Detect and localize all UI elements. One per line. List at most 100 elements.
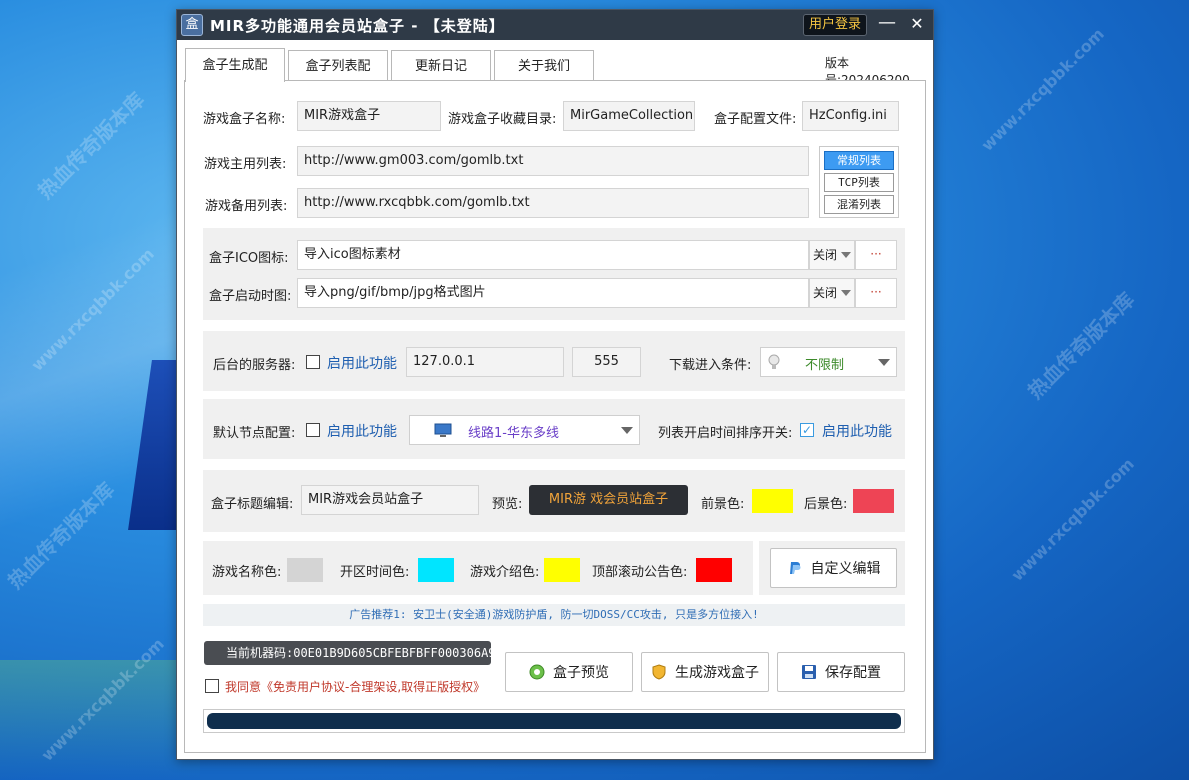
server-enable-checkbox[interactable]	[306, 355, 320, 369]
main-list-input[interactable]: http://www.gm003.com/gomlb.txt	[297, 146, 809, 176]
fg-color-label: 前景色:	[701, 497, 745, 512]
title-edit-label: 盒子标题编辑:	[211, 497, 294, 512]
server-enable-label[interactable]: 启用此功能	[327, 353, 397, 373]
backup-list-label: 游戏备用列表:	[205, 199, 288, 214]
machine-code: 当前机器码:00E01B9D605CBFEBFBFF000306A9	[204, 641, 496, 665]
intro-color-swatch[interactable]	[544, 558, 580, 582]
splash-label: 盒子启动时图:	[209, 289, 292, 304]
chevron-down-icon	[878, 359, 890, 366]
node-enable-checkbox[interactable]	[306, 423, 320, 437]
floppy-save-icon	[801, 664, 817, 680]
backup-list-input[interactable]: http://www.rxcqbbk.com/gomlb.txt	[297, 188, 809, 218]
node-enable-label[interactable]: 启用此功能	[327, 421, 397, 441]
colors-section: 游戏名称色: 开区时间色: 游戏介绍色: 顶部滚动公告色:	[203, 541, 753, 595]
close-button[interactable]: ✕	[907, 12, 927, 36]
title-section: 盒子标题编辑: MIR游戏会员站盒子 预览: MIR游 戏会员站盒子 前景色: …	[203, 470, 905, 532]
intro-color-label: 游戏介绍色:	[470, 565, 540, 580]
splash-toggle-value: 关闭	[813, 286, 838, 300]
config-file-label: 盒子配置文件:	[714, 112, 797, 127]
progress-fill	[207, 713, 901, 729]
chevron-down-icon	[621, 427, 633, 434]
box-app-icon: 盒	[181, 14, 203, 36]
custom-edit-section: 自定义编辑	[759, 541, 905, 595]
node-section: 默认节点配置: 启用此功能 线路1-华东多线 列表开启时间排序开关: ✓ 启用此…	[203, 399, 905, 459]
user-login-button[interactable]: 用户登录	[803, 14, 867, 36]
tab-box-list[interactable]: 盒子列表配	[288, 50, 388, 81]
open-time-color-swatch[interactable]	[418, 558, 454, 582]
collect-dir-input[interactable]: MirGameCollection	[563, 101, 695, 131]
chevron-down-icon	[841, 290, 851, 296]
app-window: 盒 MIR多功能通用会员站盒子 - 【未登陆】 用户登录 — ✕ 版本号:202…	[176, 9, 934, 760]
tab-box-generate[interactable]: 盒子生成配	[185, 48, 285, 82]
ico-input[interactable]: 导入ico图标素材	[297, 240, 809, 270]
splash-input[interactable]: 导入png/gif/bmp/jpg格式图片	[297, 278, 809, 308]
bg-color-label: 后景色:	[804, 497, 848, 512]
game-name-color-label: 游戏名称色:	[212, 565, 282, 580]
chevron-down-icon	[841, 252, 851, 258]
download-condition-select[interactable]: 不限制	[760, 347, 897, 377]
lightbulb-icon	[768, 354, 780, 370]
save-config-button[interactable]: 保存配置	[777, 652, 905, 692]
server-label: 后台的服务器:	[213, 358, 296, 373]
main-list-label: 游戏主用列表:	[204, 157, 287, 172]
download-condition-value: 不限制	[805, 358, 845, 373]
list-type-obfuscated[interactable]: 混淆列表	[824, 195, 894, 214]
window-title: MIR多功能通用会员站盒子 - 【未登陆】	[210, 17, 505, 35]
box-preview-button[interactable]: 盒子预览	[505, 652, 633, 692]
game-name-color-swatch[interactable]	[287, 558, 323, 582]
desktop-watermark-url: www.rxcqbbk.com	[1007, 454, 1138, 585]
splash-browse-button[interactable]: ···	[855, 278, 897, 308]
server-ip-input[interactable]: 127.0.0.1	[406, 347, 564, 377]
title-preview: MIR游 戏会员站盒子	[529, 485, 688, 515]
ico-toggle-value: 关闭	[813, 248, 838, 262]
box-name-label: 游戏盒子名称:	[203, 112, 286, 127]
config-file-input[interactable]: HzConfig.ini	[802, 101, 899, 131]
paypal-style-icon	[787, 560, 803, 576]
server-section: 后台的服务器: 启用此功能 127.0.0.1 555 下载进入条件: 不限制	[203, 331, 905, 391]
ico-label: 盒子ICO图标:	[209, 251, 289, 266]
agree-checkbox[interactable]	[205, 679, 219, 693]
image-section: 盒子ICO图标: 导入ico图标素材 关闭 ··· 盒子启动时图: 导入png/…	[203, 228, 905, 320]
custom-edit-label: 自定义编辑	[810, 561, 881, 577]
custom-edit-button[interactable]: 自定义编辑	[770, 548, 897, 588]
fg-color-swatch[interactable]	[752, 489, 793, 513]
desktop-watermark: 热血传奇版本库	[1023, 287, 1140, 404]
tab-changelog[interactable]: 更新日记	[391, 50, 491, 81]
sort-enable-checkbox[interactable]: ✓	[800, 423, 814, 437]
ico-toggle-dropdown[interactable]: 关闭	[809, 240, 855, 270]
ad-banner[interactable]: 广告推荐1: 安卫士(安全通)游戏防护盾, 防一切DOSS/CC攻击, 只是多方…	[203, 604, 905, 626]
progress-bar	[203, 709, 905, 733]
node-line-value: 线路1-华东多线	[468, 426, 559, 441]
desktop-watermark-url: www.rxcqbbk.com	[977, 24, 1108, 155]
desktop-bottom-glow	[0, 660, 200, 780]
list-type-normal[interactable]: 常规列表	[824, 151, 894, 170]
box-preview-label: 盒子预览	[553, 665, 609, 681]
preview-circle-icon	[529, 664, 545, 680]
title-edit-input[interactable]: MIR游戏会员站盒子	[301, 485, 479, 515]
sort-enable-label[interactable]: 启用此功能	[822, 421, 892, 441]
collect-dir-label: 游戏盒子收藏目录:	[448, 112, 557, 127]
save-config-label: 保存配置	[825, 665, 881, 681]
bg-color-swatch[interactable]	[853, 489, 894, 513]
box-name-input[interactable]: MIR游戏盒子	[297, 101, 441, 131]
generate-panel: 游戏盒子名称: MIR游戏盒子 游戏盒子收藏目录: MirGameCollect…	[184, 80, 926, 753]
minimize-button[interactable]: —	[877, 12, 897, 36]
generate-box-label: 生成游戏盒子	[675, 665, 759, 681]
sort-switch-label: 列表开启时间排序开关:	[658, 426, 793, 441]
list-type-group: 常规列表 TCP列表 混淆列表	[819, 146, 899, 218]
ticker-color-swatch[interactable]	[696, 558, 732, 582]
server-port-input[interactable]: 555	[572, 347, 641, 377]
download-condition-label: 下载进入条件:	[669, 358, 752, 373]
node-label: 默认节点配置:	[213, 426, 296, 441]
list-type-tcp[interactable]: TCP列表	[824, 173, 894, 192]
tab-about[interactable]: 关于我们	[494, 50, 594, 81]
node-line-select[interactable]: 线路1-华东多线	[409, 415, 640, 445]
shield-icon	[651, 664, 667, 680]
agree-label[interactable]: 我同意《免责用户协议-合理架设,取得正版授权》	[225, 678, 485, 695]
title-bar[interactable]: 盒 MIR多功能通用会员站盒子 - 【未登陆】 用户登录 — ✕	[177, 10, 933, 40]
open-time-color-label: 开区时间色:	[340, 565, 410, 580]
splash-toggle-dropdown[interactable]: 关闭	[809, 278, 855, 308]
monitor-icon	[434, 423, 452, 439]
generate-box-button[interactable]: 生成游戏盒子	[641, 652, 769, 692]
ico-browse-button[interactable]: ···	[855, 240, 897, 270]
